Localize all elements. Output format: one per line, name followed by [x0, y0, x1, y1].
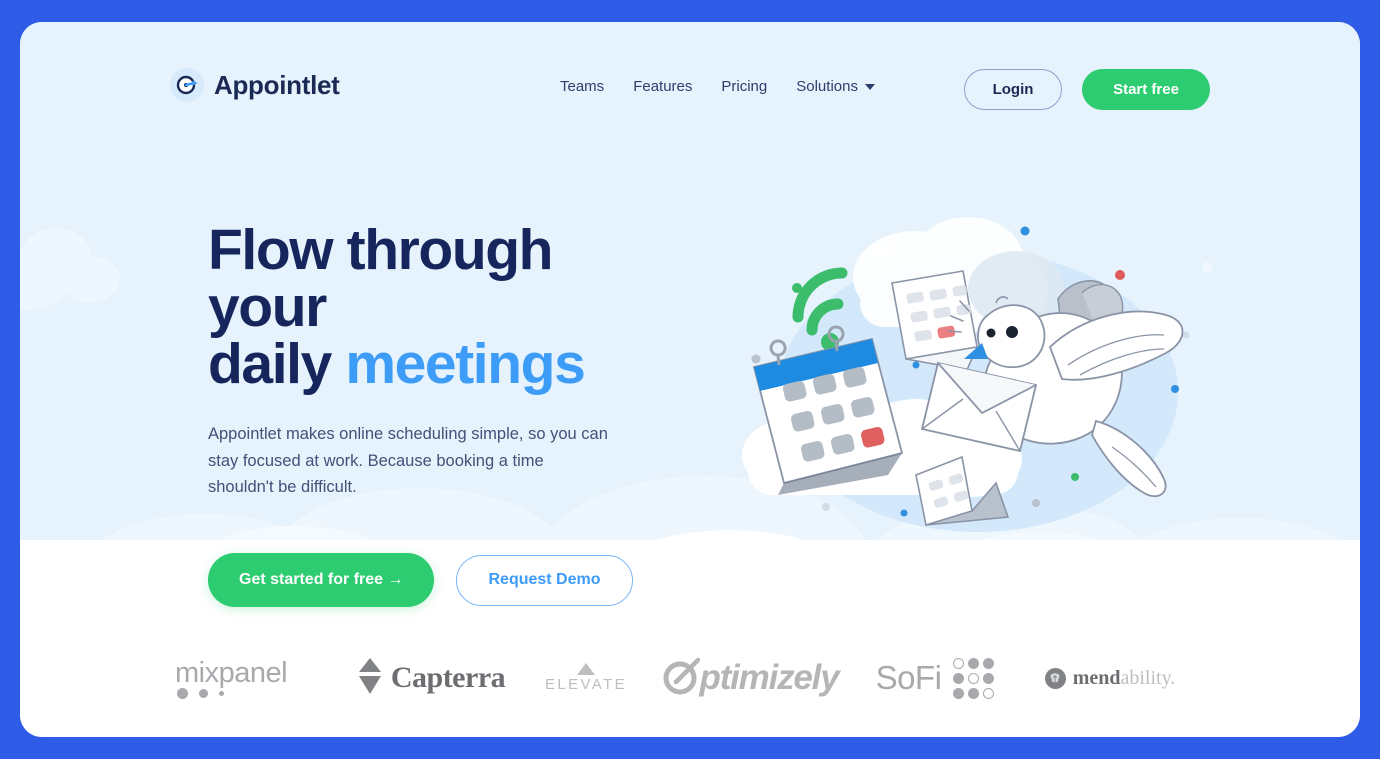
ability-light: ability.	[1120, 666, 1176, 689]
nav-item-solutions[interactable]: Solutions	[796, 78, 875, 95]
logo-elevate-word: ELEVATE	[544, 676, 628, 693]
decorative-cloud-left	[20, 222, 120, 310]
logo-mixpanel: mixpanel	[175, 657, 335, 699]
logo-capterra-word: Capterra	[390, 661, 506, 694]
mixpanel-dots-icon	[177, 688, 224, 699]
logo-optimizely: ptimizely	[645, 656, 855, 701]
mendability-brain-icon	[1044, 667, 1066, 689]
login-button[interactable]: Login	[964, 69, 1062, 110]
request-demo-button[interactable]: Request Demo	[456, 554, 633, 606]
logo-elevate: ELEVATE	[527, 663, 645, 693]
nav-label: Solutions	[796, 78, 858, 95]
flying-paper-top	[891, 270, 979, 371]
brand-name: Appointlet	[214, 69, 340, 100]
sofi-dot-grid-icon	[953, 657, 995, 699]
capterra-diamond-icon	[357, 656, 383, 701]
logo-sofi: SoFi	[855, 657, 1015, 699]
chevron-down-icon	[864, 83, 875, 90]
logo-capterra: Capterra	[335, 656, 527, 701]
nav-item-teams[interactable]: Teams	[560, 78, 604, 95]
hero-cta-row: Get started for free → Request Demo	[208, 553, 678, 608]
brand-logo[interactable]: Appointlet	[170, 68, 340, 102]
hero-copy: Flow through your daily meetings Appoint…	[208, 222, 678, 644]
page-card: Appointlet Teams Features Pricing Soluti…	[20, 22, 1360, 737]
headline-line-2-accent: meetings	[345, 332, 585, 396]
nav-label: Pricing	[721, 78, 768, 95]
get-started-button[interactable]: Get started for free →	[208, 553, 435, 608]
headline-line-2-plain: daily	[208, 332, 346, 396]
main-navigation: Teams Features Pricing Solutions	[560, 78, 875, 95]
start-free-button[interactable]: Start free	[1082, 69, 1210, 110]
logo-optimizely-word: ptimizely	[699, 658, 840, 697]
logo-mendability: mendability.	[1015, 667, 1205, 690]
logo-mixpanel-word: mixpanel	[175, 657, 288, 689]
hero-illustration	[720, 207, 1220, 567]
header-actions: Login Start free	[964, 69, 1210, 110]
headline-line-1: Flow through your	[208, 218, 554, 339]
nav-label: Features	[633, 78, 693, 95]
optimizely-o-icon	[662, 656, 700, 701]
clock-arrow-icon	[170, 68, 204, 102]
site-header: Appointlet Teams Features Pricing Soluti…	[20, 22, 1360, 134]
customer-logo-strip: mixpanel Capterra ELEVATE ptimizely SoFi…	[20, 619, 1360, 737]
nav-item-pricing[interactable]: Pricing	[721, 78, 767, 95]
hero-subcopy: Appointlet makes online scheduling simpl…	[208, 425, 608, 497]
mend-bold: mend	[1072, 666, 1121, 689]
logo-mendability-word: mendability.	[1073, 667, 1176, 690]
nav-label: Teams	[560, 78, 605, 95]
page-title: Flow through your daily meetings	[208, 222, 678, 393]
nav-item-features[interactable]: Features	[633, 78, 692, 95]
elevate-triangle-icon	[577, 663, 595, 675]
logo-sofi-word: SoFi	[875, 659, 942, 696]
